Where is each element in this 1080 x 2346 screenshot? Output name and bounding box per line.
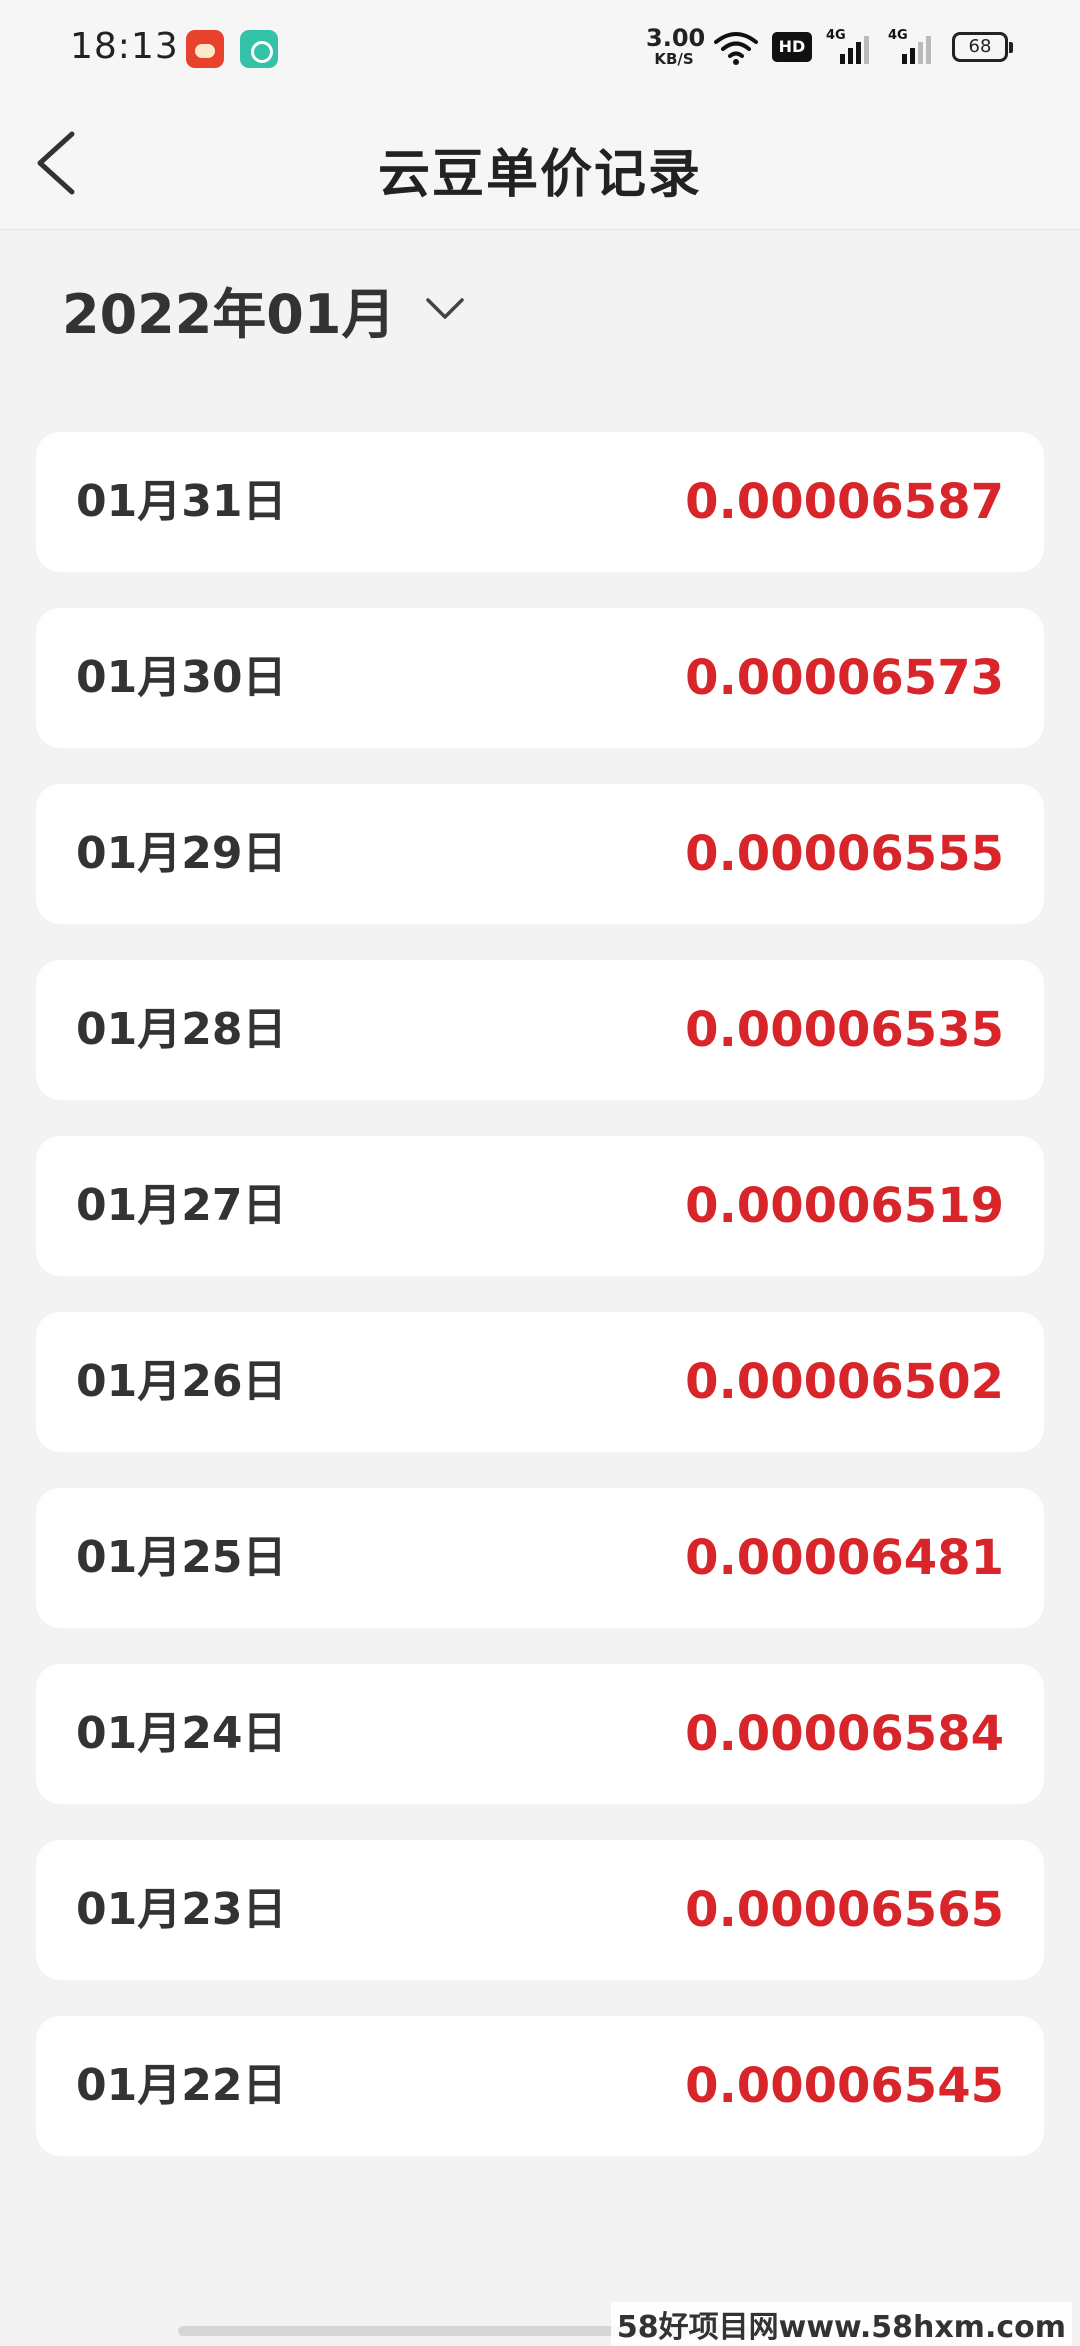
record-date: 01月27日: [76, 1180, 287, 1231]
record-row: 01月23日 0.00006565: [36, 1840, 1044, 1980]
price-record-list: 01月31日 0.00006587 01月30日 0.00006573 01月2…: [36, 432, 1044, 2192]
watermark: 58好项目网www.58hxm.com: [610, 2302, 1072, 2346]
page-title: 云豆单价记录: [377, 145, 702, 205]
app-header: 云豆单价记录: [0, 96, 1080, 230]
record-row: 01月30日 0.00006573: [36, 608, 1044, 748]
record-date: 01月22日: [76, 2060, 287, 2111]
record-row: 01月29日 0.00006555: [36, 784, 1044, 924]
status-bar: 18:13 3.00 KB/S HD 4G 4G 68: [0, 0, 1080, 96]
record-price: 0.00006535: [685, 1002, 1004, 1058]
network-speed-value: 3.00: [646, 24, 706, 52]
record-price: 0.00006555: [685, 826, 1004, 882]
status-time: 18:13: [70, 26, 179, 67]
hd-voice-icon: HD: [772, 32, 812, 62]
record-price: 0.00006502: [685, 1354, 1004, 1410]
record-date: 01月30日: [76, 652, 287, 703]
record-price: 0.00006565: [685, 1882, 1004, 1938]
record-date: 01月31日: [76, 476, 287, 527]
record-price: 0.00006481: [685, 1530, 1004, 1586]
record-price: 0.00006587: [685, 474, 1004, 530]
record-row: 01月25日 0.00006481: [36, 1488, 1044, 1628]
record-price: 0.00006584: [685, 1706, 1004, 1762]
record-date: 01月25日: [76, 1532, 287, 1583]
record-price: 0.00006519: [685, 1178, 1004, 1234]
music-app-icon: [240, 30, 278, 68]
record-row: 01月26日 0.00006502: [36, 1312, 1044, 1452]
record-price: 0.00006573: [685, 650, 1004, 706]
battery-icon: 68: [952, 32, 1013, 62]
record-date: 01月23日: [76, 1884, 287, 1935]
record-date: 01月24日: [76, 1708, 287, 1759]
network-speed: 3.00 KB/S: [646, 24, 706, 68]
record-date: 01月26日: [76, 1356, 287, 1407]
signal-icon-sim2: 4G: [888, 28, 936, 66]
record-row: 01月28日 0.00006535: [36, 960, 1044, 1100]
month-selector[interactable]: 2022年01月: [62, 274, 465, 346]
record-price: 0.00006545: [685, 2058, 1004, 2114]
record-row: 01月22日 0.00006545: [36, 2016, 1044, 2156]
wifi-icon: [714, 32, 758, 65]
network-type-label: 4G: [826, 28, 846, 43]
record-date: 01月29日: [76, 828, 287, 879]
month-label: 2022年01月: [62, 282, 396, 346]
record-date: 01月28日: [76, 1004, 287, 1055]
record-row: 01月24日 0.00006584: [36, 1664, 1044, 1804]
signal-icon-sim1: 4G: [826, 28, 874, 66]
app-notification-icon: [186, 30, 224, 68]
chevron-down-icon: [426, 298, 465, 319]
record-row: 01月31日 0.00006587: [36, 432, 1044, 572]
network-type-label: 4G: [888, 28, 908, 43]
network-speed-unit: KB/S: [654, 50, 694, 68]
record-row: 01月27日 0.00006519: [36, 1136, 1044, 1276]
